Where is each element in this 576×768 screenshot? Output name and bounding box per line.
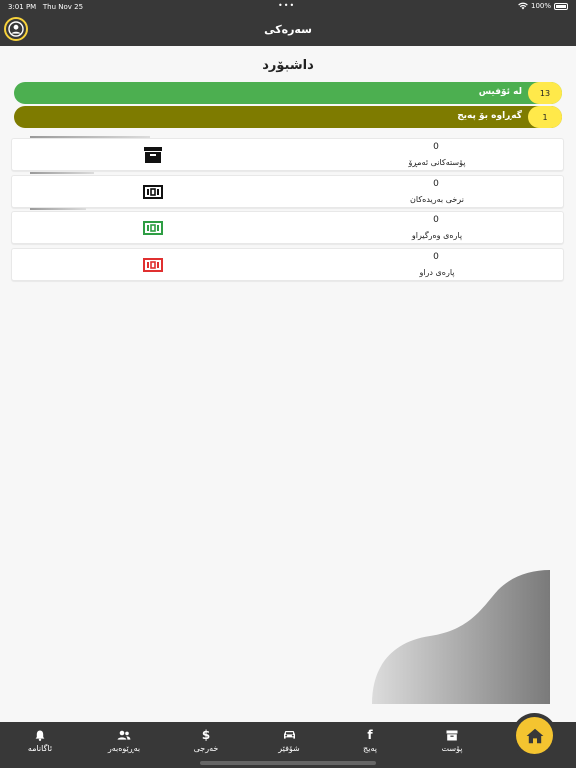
tab-managers[interactable]: بەڕێوەبەر [84,728,164,753]
bell-icon [0,728,80,742]
status-indicators: 100% [518,2,568,10]
stat-value: 0 [433,142,439,152]
stat-label: پارەی وەرگیراو [411,231,463,240]
home-button[interactable] [516,717,553,754]
tab-drivers[interactable]: شۆفێر [249,728,329,753]
home-icon [526,728,543,743]
page-title: داشبۆرد [262,58,314,73]
decorative-streak [30,136,150,138]
tab-label: ئاگانامە [27,744,53,753]
stat-card-received-money[interactable]: 0 پارەی وەرگیراو [11,211,564,244]
banknote-icon [143,258,163,272]
car-icon [249,728,329,742]
tab-label: پۆست [441,744,463,753]
stat-value: 0 [433,179,439,189]
wifi-icon [518,2,528,10]
tab-label: شۆفێر [278,744,300,753]
stat-card-todays-posts[interactable]: 0 پۆستەکانی ئەمڕۆ [11,138,564,171]
multitasking-dots-icon[interactable]: ••• [278,1,295,10]
decorative-streak [30,208,86,210]
banknote-icon [143,185,163,199]
facebook-icon: f [367,728,373,742]
decorative-streak [30,172,94,174]
pill-count-badge: 13 [528,82,562,104]
archive-box-icon [412,728,492,742]
tab-label: بەڕێوەبەر [107,744,141,753]
status-time: 3:01 PM Thu Nov 25 [8,3,84,11]
battery-percent: 100% [530,2,551,10]
pill-returned-to-page[interactable]: گەڕاوە بۆ پەیج 1 [14,106,562,128]
stat-label: پارەی دراو [419,268,455,277]
banknote-icon [143,221,163,235]
tab-label: خەرجی [193,744,219,753]
header-title: سەرەکی [264,23,312,36]
tab-posts[interactable]: پۆست [412,728,492,753]
pill-label: لە ئۆفیس [478,87,522,97]
stat-value: 0 [433,252,439,262]
status-bar: 3:01 PM Thu Nov 25 ••• 100% [0,0,576,14]
top-navbar: سەرەکی [0,14,576,46]
home-indicator[interactable] [200,761,376,765]
stat-label: نرخی بەریدەکان [410,195,464,204]
tab-label: پەیج [363,744,377,753]
tab-expenses[interactable]: $ خەرجی [166,728,246,753]
tab-notifications[interactable]: ئاگانامە [0,728,80,753]
users-icon [84,728,164,742]
pill-count-badge: 1 [528,106,562,128]
pill-in-office[interactable]: لە ئۆفیس 13 [14,82,562,104]
dollar-icon: $ [201,728,211,742]
stat-card-package-prices[interactable]: 0 نرخی بەریدەکان [11,175,564,208]
stat-value: 0 [433,215,439,225]
tab-page[interactable]: f پەیج [330,728,410,753]
decorative-wave-shape [372,570,550,704]
stat-card-paid-money[interactable]: 0 پارەی دراو [11,248,564,281]
pill-label: گەڕاوە بۆ پەیج [457,111,522,121]
battery-icon [554,2,568,10]
archive-box-icon [144,147,162,163]
stat-label: پۆستەکانی ئەمڕۆ [408,158,466,167]
